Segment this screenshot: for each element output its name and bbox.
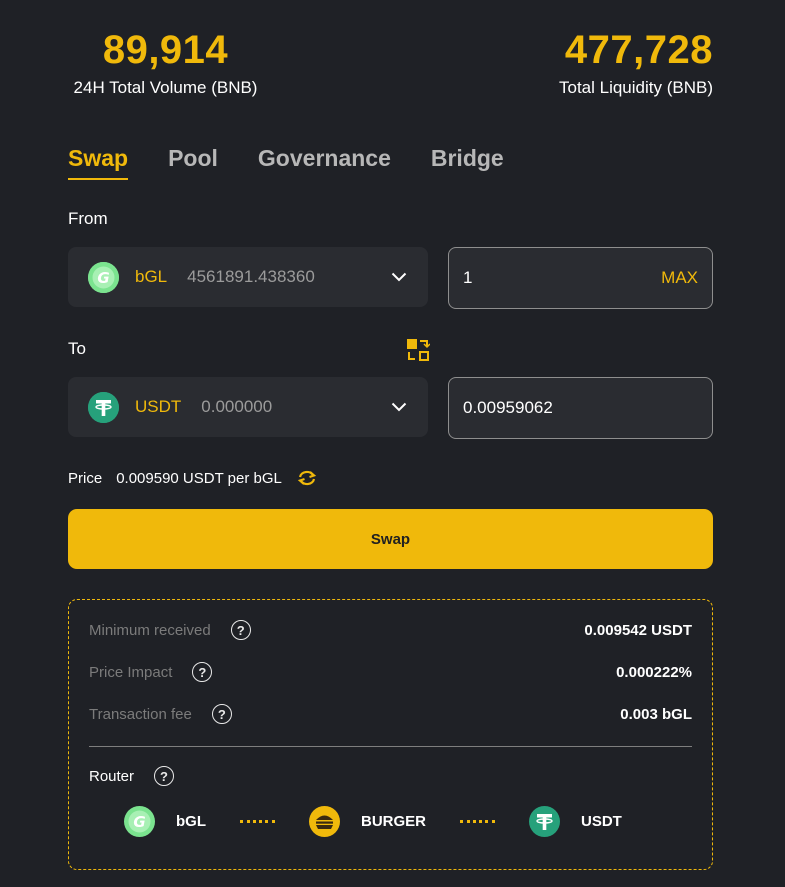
volume-label: 24H Total Volume (BNB)	[73, 78, 258, 97]
question-icon[interactable]: ?	[230, 620, 251, 640]
bgl-token-icon: G	[124, 806, 155, 837]
from-amount-box: MAX	[448, 247, 713, 309]
to-token-name: USDT	[135, 397, 182, 416]
transaction-fee-label: Transaction fee	[89, 705, 192, 723]
to-token-balance: 0.000000	[201, 397, 273, 416]
svg-text:G: G	[97, 269, 109, 287]
route-path: G bGL BURGER USDT	[124, 806, 622, 837]
route-connector	[240, 820, 275, 823]
tab-bridge[interactable]: Bridge	[431, 145, 504, 180]
swap-button[interactable]: Swap	[68, 509, 713, 569]
swap-direction-icon[interactable]	[406, 338, 431, 362]
to-token-select[interactable]: USDT 0.000000	[68, 377, 428, 437]
price-value: 0.009590 USDT per bGL	[116, 469, 282, 487]
transaction-fee-value: 0.003 bGL	[620, 705, 692, 723]
divider	[89, 746, 692, 747]
to-label: To	[68, 339, 86, 358]
liquidity-stat: 477,728 Total Liquidity (BNB)	[559, 28, 713, 98]
minimum-received-label: Minimum received	[89, 621, 211, 639]
tab-pool[interactable]: Pool	[168, 145, 218, 180]
from-token-select[interactable]: G bGL 4561891.438360	[68, 247, 428, 307]
question-icon[interactable]: ?	[211, 704, 232, 724]
minimum-received-value: 0.009542 USDT	[584, 621, 692, 639]
price-row: Price 0.009590 USDT per bGL	[68, 468, 318, 488]
burger-token-icon	[309, 806, 340, 837]
volume-stat: 89,914 24H Total Volume (BNB)	[68, 28, 263, 98]
router-row: Router ?	[89, 766, 175, 786]
volume-value: 89,914	[102, 28, 229, 72]
minimum-received-row: Minimum received ? 0.009542 USDT	[89, 620, 692, 640]
usdt-token-icon	[88, 391, 119, 423]
tab-governance[interactable]: Governance	[258, 145, 391, 180]
tab-swap[interactable]: Swap	[68, 145, 129, 180]
max-button[interactable]: MAX	[661, 268, 698, 288]
from-token-name: bGL	[135, 267, 168, 286]
from-token-balance: 4561891.438360	[187, 267, 315, 286]
price-impact-row: Price Impact ? 0.000222%	[89, 662, 692, 682]
price-label: Price	[68, 469, 103, 487]
route-token-bgl: bGL	[176, 813, 206, 830]
liquidity-value: 477,728	[564, 28, 713, 72]
usdt-token-icon	[529, 806, 561, 837]
to-amount-input[interactable]	[463, 398, 698, 418]
chevron-down-icon	[390, 268, 408, 286]
route-token-usdt: USDT	[581, 813, 622, 830]
to-amount-box	[448, 377, 713, 439]
question-icon[interactable]: ?	[192, 662, 213, 682]
from-amount-input[interactable]	[463, 268, 662, 288]
swap-details-panel: Minimum received ? 0.009542 USDT Price I…	[68, 599, 713, 870]
route-token-burger: BURGER	[361, 813, 427, 830]
svg-text:G: G	[133, 813, 145, 831]
main-tabs: Swap Pool Governance Bridge	[68, 145, 504, 180]
refresh-icon[interactable]	[296, 468, 318, 488]
bgl-token-icon: G	[88, 261, 119, 293]
chevron-down-icon	[390, 398, 408, 416]
price-impact-label: Price Impact	[89, 663, 173, 681]
price-impact-value: 0.000222%	[616, 663, 692, 681]
from-label: From	[68, 209, 108, 228]
transaction-fee-row: Transaction fee ? 0.003 bGL	[89, 704, 692, 724]
question-icon[interactable]: ?	[154, 766, 175, 786]
liquidity-label: Total Liquidity (BNB)	[558, 78, 713, 97]
route-connector	[460, 820, 496, 823]
router-label: Router	[89, 767, 135, 785]
